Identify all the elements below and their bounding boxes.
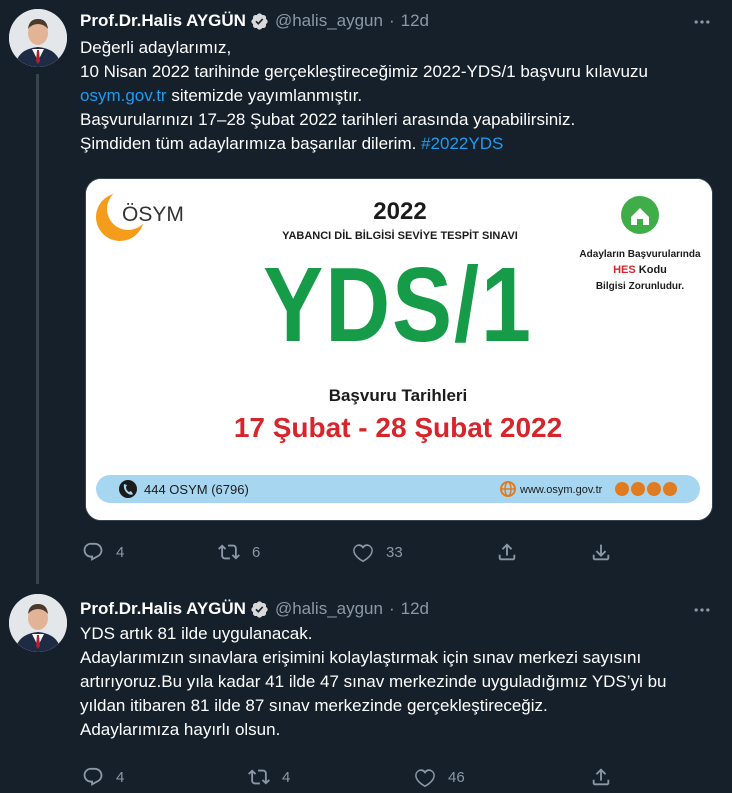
hes-line-3: Bilgisi Zorunludur. (596, 281, 685, 292)
like-button[interactable]: 33 (352, 537, 403, 567)
reply-icon (83, 767, 103, 786)
tweet-line: Değerli adaylarımız, (80, 38, 232, 57)
tweet-actions: 4 4 46 (80, 762, 732, 792)
heart-icon (415, 769, 435, 788)
author-handle[interactable]: @halis_aygun (275, 599, 383, 619)
tweet-line: YDS artık 81 ilde uygulanacak. (80, 624, 313, 643)
tweet-line: 10 Nisan 2022 tarihinde gerçekleştireceğ… (80, 62, 648, 81)
timestamp[interactable]: 12d (401, 11, 429, 31)
phone-icon (119, 480, 137, 498)
reply-button[interactable]: 4 (82, 537, 124, 567)
instagram-social-icon (647, 482, 661, 496)
tweet-line: Şimdiden tüm adaylarımıza başarılar dile… (80, 134, 504, 153)
like-count: 33 (386, 543, 403, 561)
reply-button[interactable]: 4 (82, 762, 124, 792)
exam-year: 2022 (373, 198, 426, 225)
share-icon (498, 543, 516, 561)
retweet-button[interactable]: 6 (218, 537, 260, 567)
heart-icon (353, 544, 373, 563)
avatar-portrait (9, 9, 67, 67)
tweet-line: Adaylarımızın sınavlara erişimini kolayl… (80, 648, 642, 667)
retweet-count: 6 (252, 543, 261, 561)
separator-dot: · (388, 11, 395, 30)
like-count: 46 (448, 768, 465, 786)
retweet-button[interactable]: 4 (248, 762, 290, 792)
author-name[interactable]: Prof.Dr.Halis AYGÜN (80, 599, 246, 619)
verified-badge-icon (251, 600, 268, 618)
more-options-icon[interactable] (690, 598, 714, 622)
tweet-image[interactable]: ÖSYM 2022 YABANCI DİL BİLGİSİ SEVİYE TES… (85, 178, 713, 521)
reply-count: 4 (116, 543, 125, 561)
website-text: www.osym.gov.tr (519, 484, 603, 496)
twitter-social-icon (615, 482, 629, 496)
author-handle[interactable]: @halis_aygun (275, 11, 383, 31)
yds-announcement-graphic: ÖSYM 2022 YABANCI DİL BİLGİSİ SEVİYE TES… (86, 179, 712, 520)
avatar-portrait (9, 594, 67, 652)
hes-line-1: Adayların Başvurularında (579, 249, 701, 260)
tweet-header: Prof.Dr.Halis AYGÜN @halis_aygun · 12d (80, 10, 429, 32)
share-icon (592, 768, 610, 786)
tweet-line: artırıyoruz.Bu yıla kadar 41 ilde 47 sın… (80, 672, 667, 691)
author-name[interactable]: Prof.Dr.Halis AYGÜN (80, 11, 246, 31)
verified-badge-icon (251, 12, 268, 30)
share-button[interactable] (496, 537, 518, 567)
website-link[interactable]: osym.gov.tr (80, 86, 167, 105)
tweet[interactable]: Prof.Dr.Halis AYGÜN @halis_aygun · 12d Y… (0, 588, 732, 793)
retweet-icon (218, 544, 240, 560)
logo-text: ÖSYM (122, 203, 184, 226)
reply-icon (83, 542, 103, 561)
share-button[interactable] (590, 762, 612, 792)
timestamp[interactable]: 12d (401, 599, 429, 619)
application-dates: 17 Şubat - 28 Şubat 2022 (234, 412, 562, 443)
retweet-count: 4 (282, 768, 291, 786)
hes-line-2: HES Kodu (613, 264, 667, 276)
like-button[interactable]: 46 (414, 762, 465, 792)
youtube-social-icon (663, 482, 677, 496)
facebook-social-icon (631, 482, 645, 496)
tweet-line: yıldan itibaren 81 ilde 87 sınav merkezi… (80, 696, 548, 715)
dates-label: Başvuru Tarihleri (329, 386, 468, 405)
tweet[interactable]: Prof.Dr.Halis AYGÜN @halis_aygun · 12d D… (0, 0, 732, 588)
reply-count: 4 (116, 768, 125, 786)
avatar[interactable] (9, 9, 67, 67)
tweet-line: osym.gov.tr sitemizde yayımlanmıştır. (80, 86, 363, 105)
hashtag-link[interactable]: #2022YDS (421, 134, 503, 153)
separator-dot: · (388, 599, 395, 618)
download-button[interactable] (590, 537, 612, 567)
retweet-icon (248, 769, 270, 785)
exam-title: YDS/1 (263, 245, 533, 363)
avatar[interactable] (9, 594, 67, 652)
tweet-header: Prof.Dr.Halis AYGÜN @halis_aygun · 12d (80, 598, 429, 620)
more-options-icon[interactable] (690, 10, 714, 34)
exam-subtitle: YABANCI DİL BİLGİSİ SEVİYE TESPİT SINAVI (282, 229, 518, 242)
tweet-actions: 4 6 33 (80, 537, 732, 567)
tweet-text: YDS artık 81 ilde uygulanacak. Adaylarım… (80, 622, 720, 742)
phone-number: 444 OSYM (6796) (144, 482, 249, 497)
tweet-line: Adaylarımıza hayırlı olsun. (80, 720, 281, 739)
download-icon (592, 544, 610, 561)
thread-line (36, 74, 39, 584)
tweet-line: Başvurularınızı 17–28 Şubat 2022 tarihle… (80, 110, 576, 129)
tweet-text: Değerli adaylarımız, 10 Nisan 2022 tarih… (80, 36, 720, 156)
